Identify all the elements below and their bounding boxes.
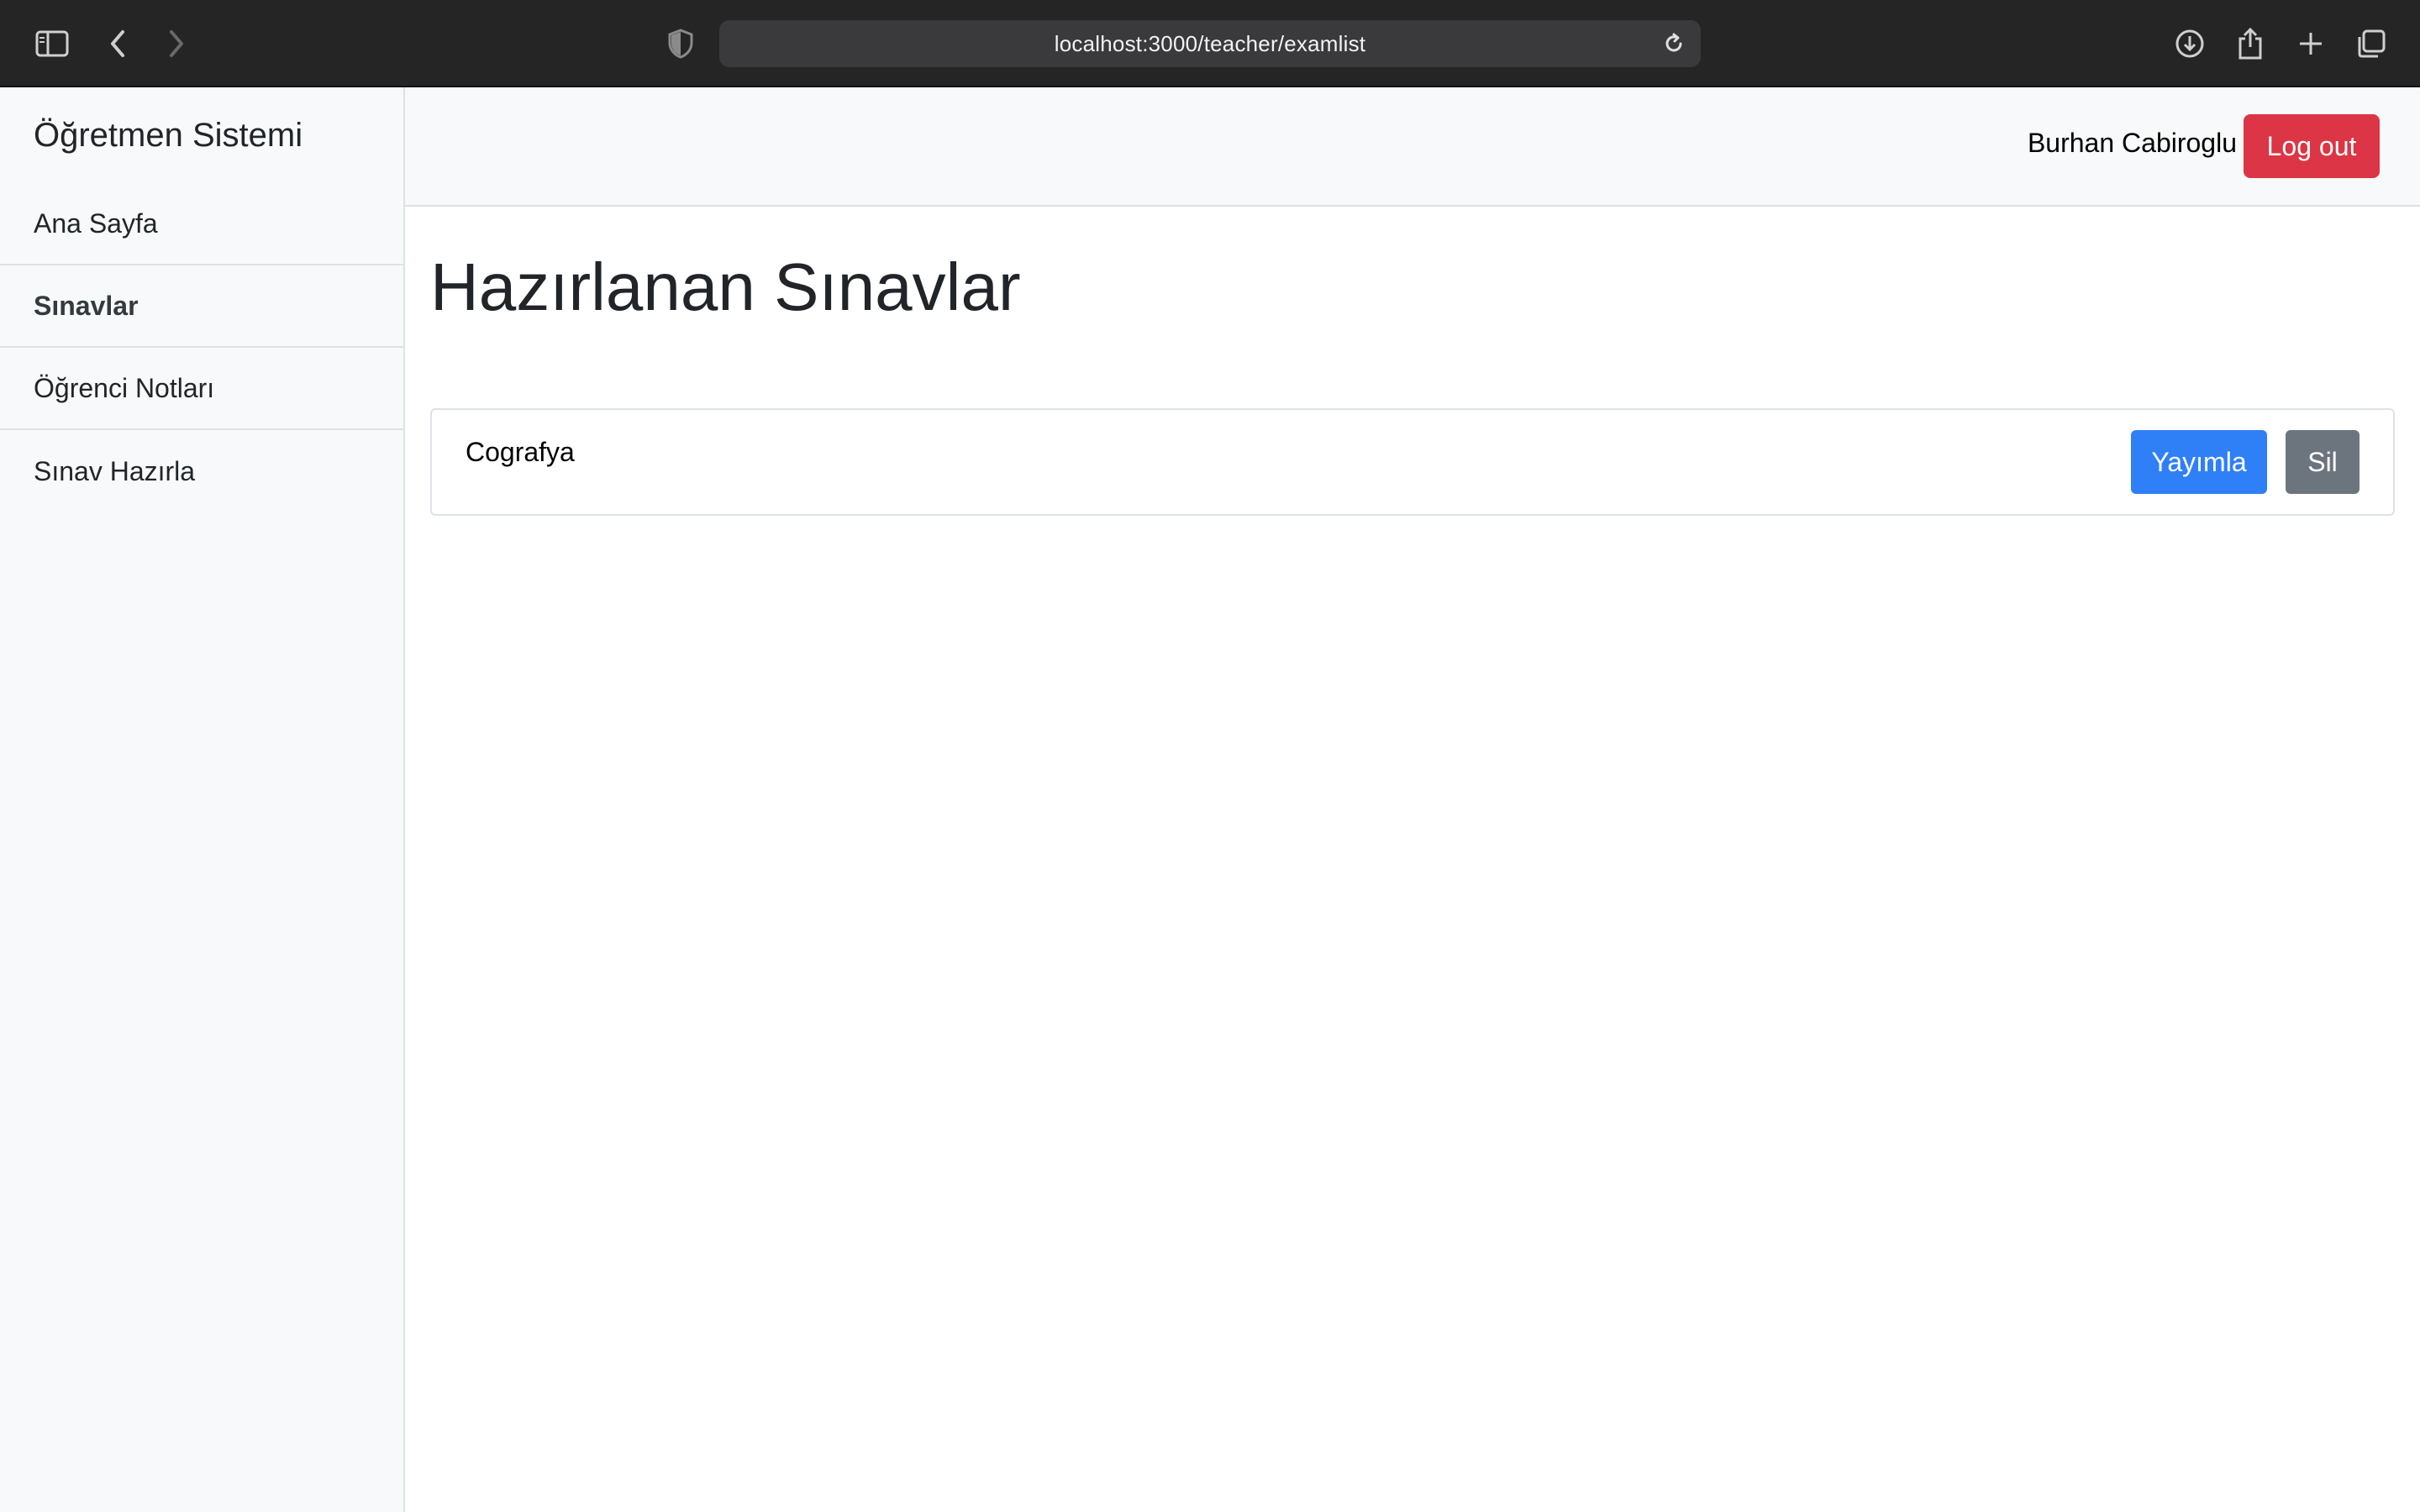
sidebar-item-sinav-hazirla[interactable]: Sınav Hazırla: [0, 430, 403, 512]
address-bar[interactable]: localhost:3000/teacher/examlist: [719, 20, 1701, 67]
sidebar-toggle-icon[interactable]: [32, 24, 72, 64]
publish-button[interactable]: Yayımla: [2131, 430, 2267, 494]
logout-button[interactable]: Log out: [2244, 114, 2380, 178]
url-text: localhost:3000/teacher/examlist: [1054, 30, 1366, 56]
share-icon[interactable]: [2230, 24, 2270, 64]
new-tab-icon[interactable]: [2291, 24, 2331, 64]
sidebar-item-ogrenci-notlari[interactable]: Öğrenci Notları: [0, 348, 403, 430]
download-icon[interactable]: [2170, 24, 2210, 64]
forward-icon[interactable]: [156, 24, 197, 64]
back-icon[interactable]: [97, 24, 138, 64]
sidebar-brand[interactable]: Öğretmen Sistemi: [0, 87, 403, 183]
exam-name: Cografya: [466, 437, 575, 467]
shield-icon[interactable]: [660, 24, 701, 64]
tabs-overview-icon[interactable]: [2351, 24, 2391, 64]
delete-button[interactable]: Sil: [2286, 430, 2360, 494]
browser-toolbar: localhost:3000/teacher/examlist: [0, 0, 2420, 87]
sidebar: Öğretmen Sistemi Ana Sayfa Sınavlar Öğre…: [0, 87, 405, 1512]
exam-list-item: Cografya Yayımla Sil: [430, 408, 2395, 516]
user-name: Burhan Cabiroglu: [2027, 128, 2237, 158]
sidebar-item-ana-sayfa[interactable]: Ana Sayfa: [0, 183, 403, 265]
page-title: Hazırlanan Sınavlar: [430, 249, 1021, 324]
reload-icon[interactable]: [1657, 27, 1691, 60]
sidebar-item-sinavlar[interactable]: Sınavlar: [0, 265, 403, 348]
top-navbar: Burhan Cabiroglu Log out: [405, 87, 2420, 207]
